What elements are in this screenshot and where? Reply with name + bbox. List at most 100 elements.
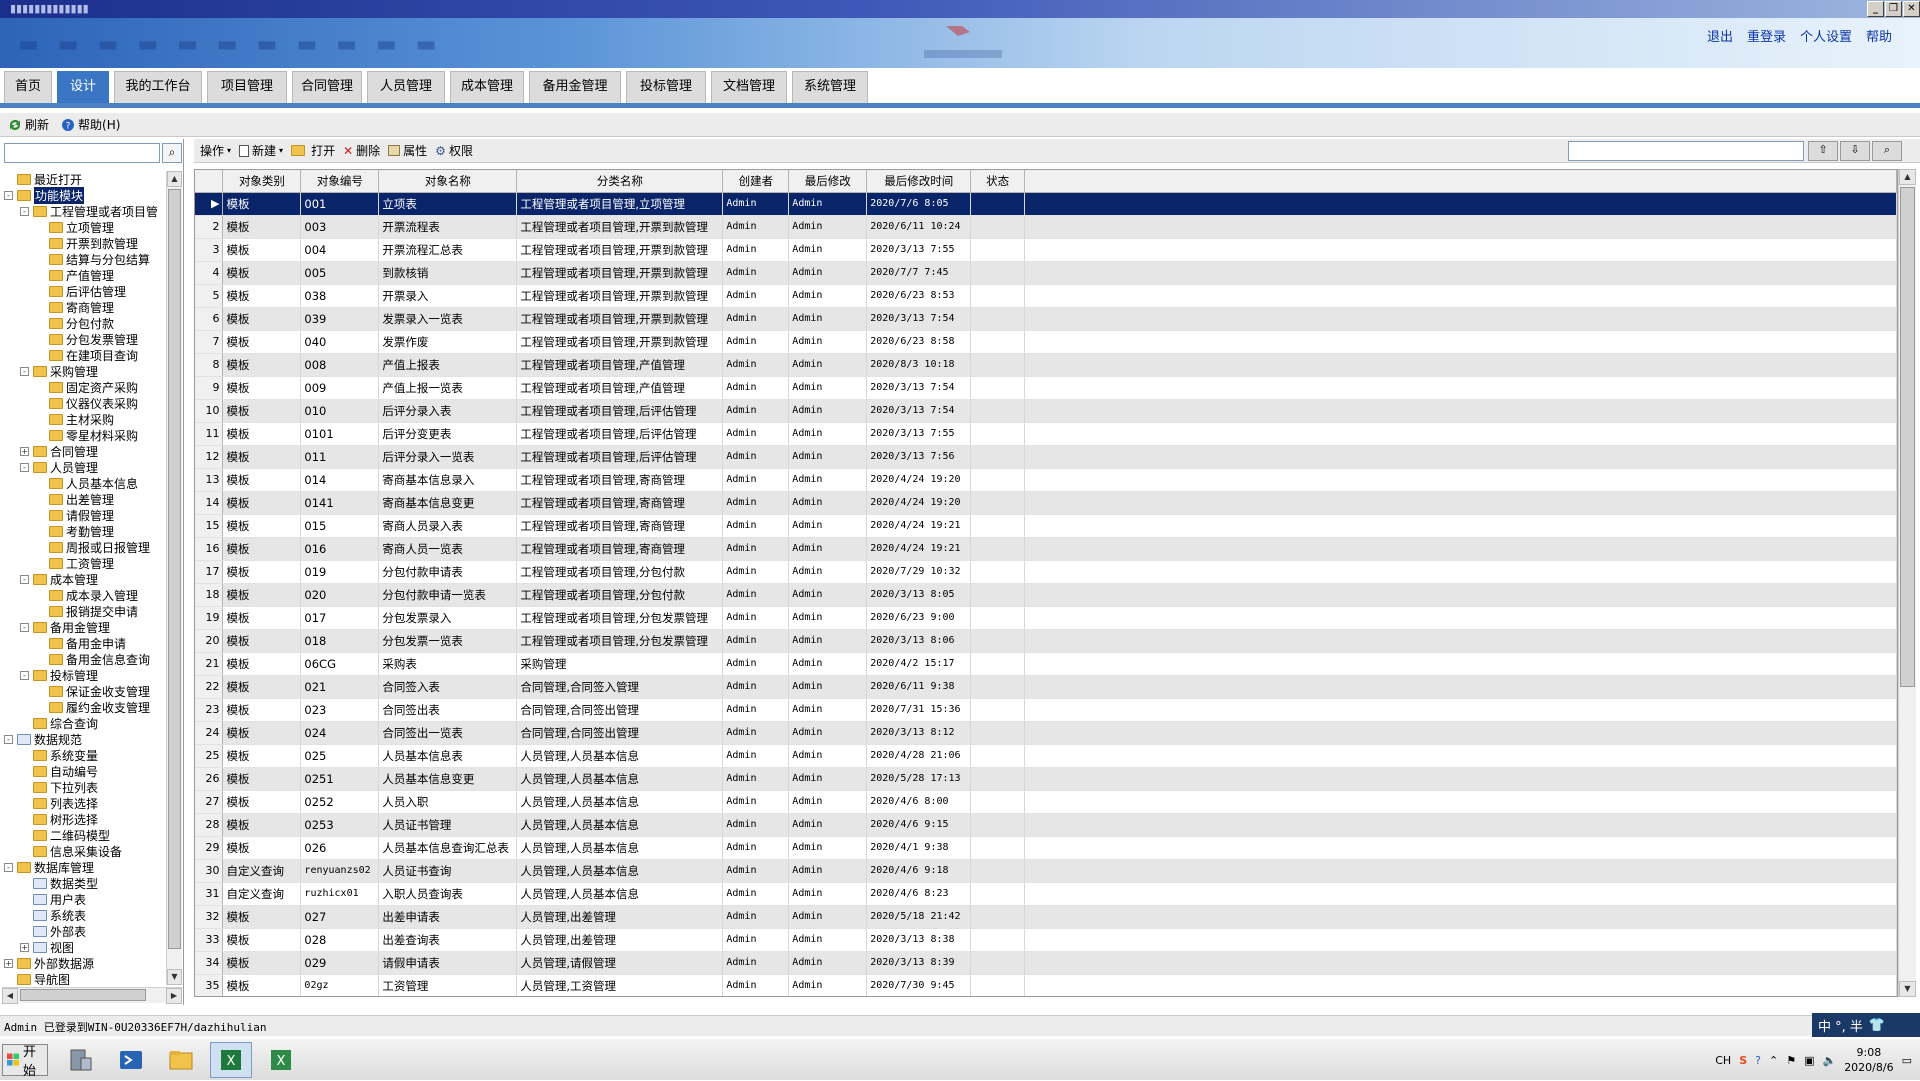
tree-item[interactable]: 系统变量 <box>20 747 98 763</box>
scroll-down-icon[interactable]: ▼ <box>167 969 182 985</box>
tab-system[interactable]: 系统管理 <box>792 71 868 103</box>
help-circle-icon[interactable]: ? <box>1755 1054 1761 1067</box>
row-number[interactable]: 35 <box>195 974 224 996</box>
row-number[interactable]: 13 <box>195 468 224 492</box>
tab-cost[interactable]: 成本管理 <box>450 71 524 103</box>
tree-item[interactable]: 履约金收支管理 <box>36 699 150 715</box>
tab-home[interactable]: 首页 <box>4 71 52 103</box>
row-number[interactable]: 28 <box>195 813 224 837</box>
scroll-up-icon[interactable]: ▲ <box>1899 169 1916 185</box>
tree-item[interactable]: 仪器仪表采购 <box>36 395 138 411</box>
server-manager-icon[interactable] <box>60 1042 102 1078</box>
row-number[interactable]: 27 <box>195 790 224 814</box>
column-header[interactable]: 对象类别 <box>222 170 302 193</box>
hscroll-thumb[interactable] <box>20 989 146 1001</box>
tree-item[interactable]: 系统表 <box>20 907 86 923</box>
table-row[interactable]: 5 模板 038 开票录入 工程管理或者项目管理,开票到款管理 Admin Admin 202… <box>195 284 1897 308</box>
table-row[interactable]: 20 模板 018 分包发票一览表 工程管理或者项目管理,分包发票管理 Admin Admi… <box>195 629 1897 653</box>
tree-item[interactable]: 结算与分包结算 <box>36 251 150 267</box>
tree-item[interactable]: - 工程管理或者项目管 <box>20 203 158 219</box>
relogin-link[interactable]: 重登录 <box>1747 26 1786 45</box>
table-row[interactable]: 3 模板 004 开票流程汇总表 工程管理或者项目管理,开票到款管理 Admin Admin… <box>195 238 1897 262</box>
table-row[interactable]: 13 模板 014 寄商基本信息录入 工程管理或者项目管理,寄商管理 Admin Admin… <box>195 468 1897 492</box>
tree-item[interactable]: 数据类型 <box>20 875 98 891</box>
tab-personnel[interactable]: 人员管理 <box>367 71 445 103</box>
tree-item[interactable]: 列表选择 <box>20 795 98 811</box>
column-header[interactable]: 对象编号 <box>300 170 380 193</box>
tree-item[interactable]: 工资管理 <box>36 555 114 571</box>
speaker-icon[interactable]: 🔈 <box>1822 1054 1836 1067</box>
row-number[interactable]: 26 <box>195 767 224 791</box>
tree-item[interactable]: 信息采集设备 <box>20 843 122 859</box>
column-header[interactable]: 最后修改 <box>788 170 868 193</box>
table-row[interactable]: 19 模板 017 分包发票录入 工程管理或者项目管理,分包发票管理 Admin Admin… <box>195 606 1897 630</box>
table-row[interactable]: 8 模板 008 产值上报表 工程管理或者项目管理,产值管理 Admin Admin 2020… <box>195 353 1897 377</box>
permissions-button[interactable]: ⚙ 权限 <box>435 142 473 159</box>
row-number[interactable]: 10 <box>195 399 224 423</box>
tab-documents[interactable]: 文档管理 <box>711 71 787 103</box>
table-row[interactable]: 17 模板 019 分包付款申请表 工程管理或者项目管理,分包付款 Admin Admin 2… <box>195 560 1897 584</box>
tree-item[interactable]: 在建项目查询 <box>36 347 138 363</box>
refresh-button[interactable]: 刷新 <box>8 116 49 133</box>
tree-item[interactable]: 报销提交申请 <box>36 603 138 619</box>
tree-item[interactable]: - 人员管理 <box>20 459 98 475</box>
tab-projects[interactable]: 项目管理 <box>207 71 287 103</box>
logout-link[interactable]: 退出 <box>1707 26 1733 45</box>
tab-bidding[interactable]: 投标管理 <box>626 71 706 103</box>
excel-doc-icon[interactable]: X <box>260 1042 302 1078</box>
table-row[interactable]: 29 模板 026 人员基本信息查询汇总表 人员管理,人员基本信息 Admin Admin 2… <box>195 836 1897 860</box>
tree-item[interactable]: 请假管理 <box>36 507 114 523</box>
row-number[interactable]: 7 <box>195 330 224 354</box>
tree-item[interactable]: 考勤管理 <box>36 523 114 539</box>
search-button[interactable]: ⌕ <box>1872 141 1902 161</box>
table-row[interactable]: 31 自定义查询 ruzhicx01 入职人员查询表 人员管理,人员基本信息 Admin A… <box>195 882 1897 906</box>
column-header[interactable]: 对象名称 <box>378 170 518 193</box>
properties-button[interactable]: 属性 <box>388 142 427 159</box>
table-row[interactable]: 26 模板 0251 人员基本信息变更 人员管理,人员基本信息 Admin Admin 202… <box>195 767 1897 791</box>
row-number[interactable]: 20 <box>195 629 224 653</box>
scroll-thumb[interactable] <box>168 189 181 949</box>
tree-item[interactable]: 分包付款 <box>36 315 114 331</box>
grid-scroll-thumb[interactable] <box>1900 187 1915 687</box>
expand-icon[interactable]: + <box>20 942 29 952</box>
row-number[interactable]: 22 <box>195 675 224 699</box>
table-row[interactable]: 23 模板 023 合同签出表 合同管理,合同签出管理 Admin Admin 2020/7/… <box>195 698 1897 722</box>
table-row[interactable]: 28 模板 0253 人员证书管理 人员管理,人员基本信息 Admin Admin 2020/… <box>195 813 1897 837</box>
expand-icon[interactable]: + <box>4 958 13 968</box>
tree-item[interactable]: + 视图 <box>20 939 74 955</box>
row-number[interactable]: 15 <box>195 514 224 538</box>
help-button[interactable]: ? 帮助(H) <box>61 116 120 133</box>
tree-item[interactable]: - 数据库管理 <box>4 859 94 875</box>
clock[interactable]: 9:08 2020/8/6 <box>1844 1045 1893 1075</box>
tab-reserve-fund[interactable]: 备用金管理 <box>529 71 621 103</box>
column-header[interactable]: 状态 <box>970 170 1026 193</box>
row-number[interactable]: 30 <box>195 859 224 883</box>
tree-item[interactable]: 保证金收支管理 <box>36 683 150 699</box>
row-number[interactable]: 23 <box>195 698 224 722</box>
scroll-left-icon[interactable]: ◀ <box>2 988 18 1004</box>
tree-item[interactable]: 成本录入管理 <box>36 587 138 603</box>
row-number[interactable]: 8 <box>195 353 224 377</box>
table-row[interactable]: 15 模板 015 寄商人员录入表 工程管理或者项目管理,寄商管理 Admin Admin 2… <box>195 514 1897 538</box>
table-row[interactable]: 2 模板 003 开票流程表 工程管理或者项目管理,开票到款管理 Admin Admin 20… <box>195 215 1897 239</box>
close-button[interactable]: ✕ <box>1903 1 1920 17</box>
row-number[interactable]: 31 <box>195 882 224 906</box>
tree-item[interactable]: - 投标管理 <box>20 667 98 683</box>
collapse-icon[interactable]: - <box>20 462 29 472</box>
column-header[interactable]: 最后修改时间 <box>866 170 972 193</box>
collapse-icon[interactable]: - <box>20 670 29 680</box>
tree-item[interactable]: 树形选择 <box>20 811 98 827</box>
tree-item[interactable]: 自动编号 <box>20 763 98 779</box>
tree-item[interactable]: - 采购管理 <box>20 363 98 379</box>
tree-item[interactable]: 周报或日报管理 <box>36 539 150 555</box>
tree-item[interactable]: 人员基本信息 <box>36 475 138 491</box>
row-number[interactable]: 3 <box>195 238 224 262</box>
table-row[interactable]: 27 模板 0252 人员入职 人员管理,人员基本信息 Admin Admin 2020/4/… <box>195 790 1897 814</box>
row-number[interactable]: 14 <box>195 491 224 515</box>
row-number[interactable]: 32 <box>195 905 224 929</box>
tree-item[interactable]: 后评估管理 <box>36 283 126 299</box>
tree-item[interactable]: 固定资产采购 <box>36 379 138 395</box>
collapse-icon[interactable]: - <box>20 366 29 376</box>
table-row[interactable]: 22 模板 021 合同签入表 合同管理,合同签入管理 Admin Admin 2020/6/… <box>195 675 1897 699</box>
row-number[interactable]: 17 <box>195 560 224 584</box>
